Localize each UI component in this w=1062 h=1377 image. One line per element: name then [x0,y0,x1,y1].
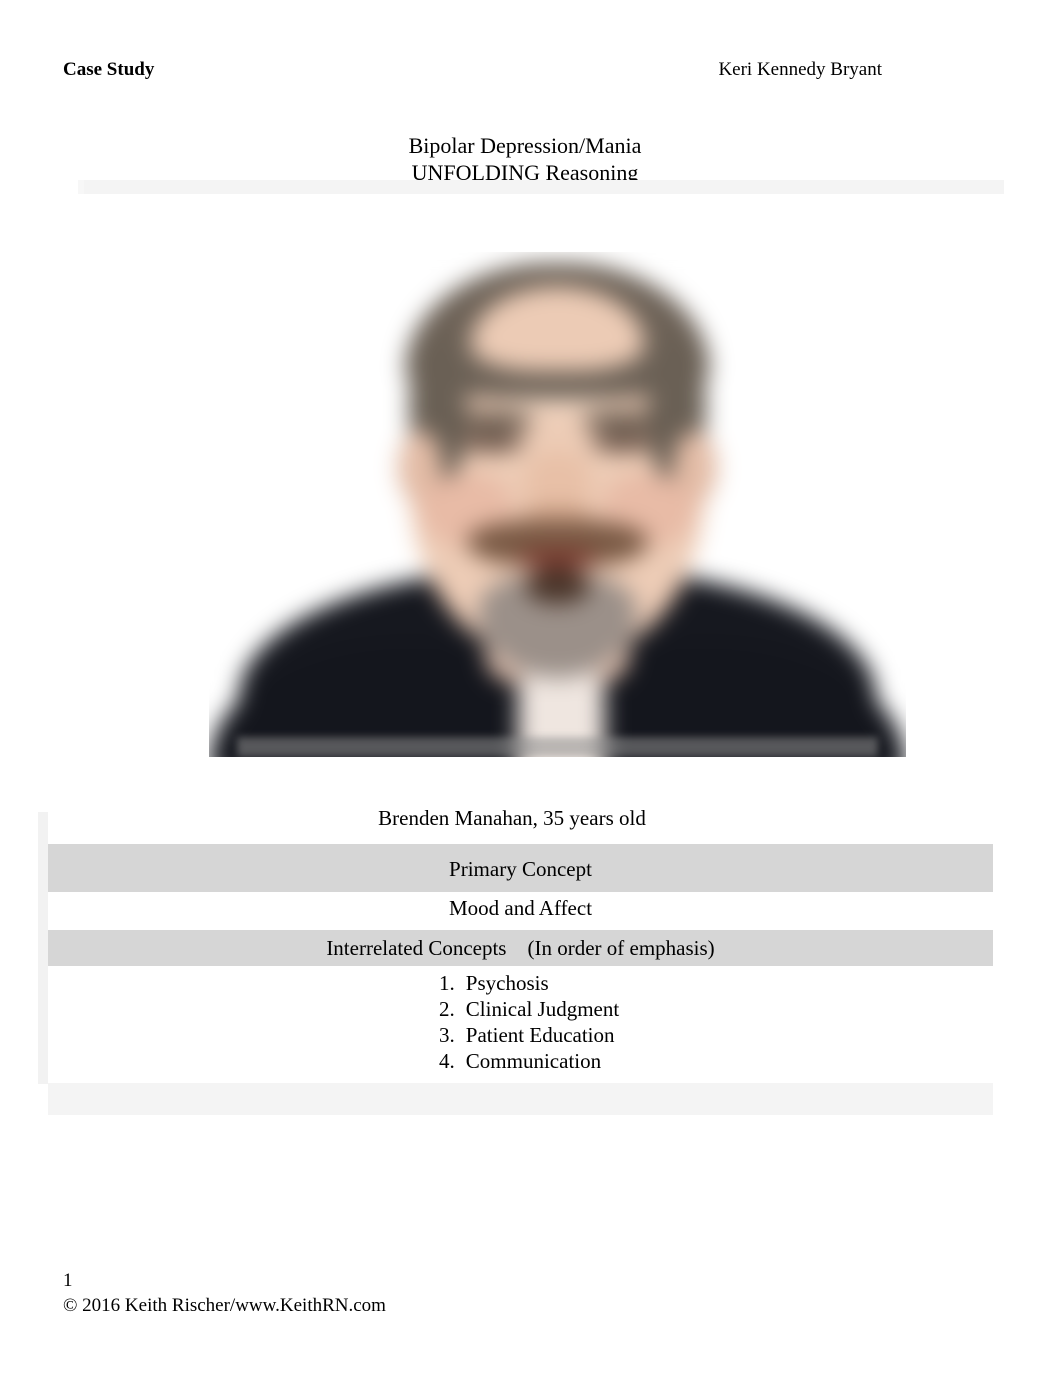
list-item-number: 1. [439,971,455,995]
header-right-label: Keri Kennedy Bryant [718,59,882,80]
list-item-label: Clinical Judgment [465,997,620,1021]
list-item-number: 3. [439,1023,455,1047]
list-item: 3. Patient Education [422,1022,619,1048]
list-item: 4. Communication [422,1048,619,1074]
concept-table: Primary Concept Mood and Affect Interrel… [38,812,993,1115]
list-item-label: Communication [465,1049,602,1073]
interrelated-concepts-list: 1. Psychosis 2. Clinical Judgment 3. Patien… [422,970,619,1074]
title-line-1: Bipolar Depression/Mania [408,133,642,158]
table-left-strip [38,812,48,1084]
primary-concept-label: Primary Concept [449,857,592,881]
list-item-label: Patient Education [465,1023,615,1047]
list-item: 1. Psychosis [422,970,619,996]
page-number: 1 [63,1270,73,1291]
page-title: Bipolar Depression/Mania UNFOLDING Reaso… [0,132,1050,186]
table-row: 1. Psychosis 2. Clinical Judgment 3. Patien… [48,966,993,1083]
document-header: Case Study Keri Kennedy Bryant [63,58,999,88]
table-row: Interrelated Concepts (In order of empha… [48,930,993,966]
primary-concept-value: Mood and Affect [448,896,593,920]
interrelated-concepts-header: Interrelated Concepts (In order of empha… [326,936,715,960]
list-item: 2. Clinical Judgment [422,996,619,1022]
list-item-number: 4. [439,1049,455,1073]
patient-photo [209,252,906,757]
photo-drop-shadow [236,736,879,757]
patient-portrait-icon [209,252,906,757]
title-band [84,180,1004,194]
list-item-number: 2. [439,997,455,1021]
copyright-notice: © 2016 Keith Rischer/www.KeithRN.com [63,1295,386,1316]
table-row: Primary Concept [48,844,993,892]
table-row: Mood and Affect [48,892,993,930]
document-page: Case Study Keri Kennedy Bryant Bipolar D… [0,0,1062,1377]
table-body: Primary Concept Mood and Affect Interrel… [48,812,993,1115]
photo-caption: Brenden Manahan, 35 years old [0,805,1024,831]
table-row [48,1083,993,1115]
caption-text: Brenden Manahan, 35 years old [378,806,646,830]
header-left-label: Case Study [63,59,155,80]
list-item-label: Psychosis [465,971,549,995]
document-footer: 1 © 2016 Keith Rischer/www.KeithRN.com [63,1268,386,1318]
